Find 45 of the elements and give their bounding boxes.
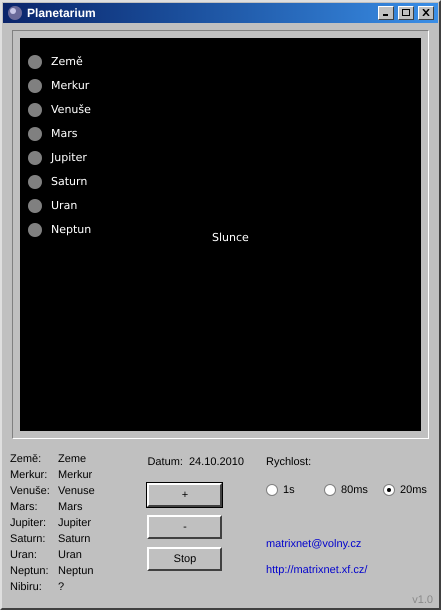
planet-name: Saturn: xyxy=(10,532,46,546)
date-value: 24.10.2010 xyxy=(188,454,244,470)
planet-position: Neptun xyxy=(58,564,94,578)
speed-radio[interactable]: 1s xyxy=(266,482,321,498)
speed-radio[interactable]: 80ms xyxy=(324,482,380,498)
sun-label: Slunce xyxy=(212,230,249,246)
globe-icon xyxy=(7,4,23,21)
planet-label: Neptun xyxy=(51,222,92,238)
planet-label: Mars xyxy=(51,126,78,142)
window-title: Planetarium xyxy=(27,4,97,22)
planet-position: Mars xyxy=(58,500,84,514)
planet-name: Venuše: xyxy=(10,484,51,498)
minimize-button[interactable] xyxy=(378,6,394,20)
planet-name: Uran: xyxy=(10,548,38,562)
planet-label: Venuše xyxy=(51,102,91,118)
speed-label: Rychlost: xyxy=(266,454,312,470)
planet-name: Jupiter: xyxy=(10,516,48,530)
planet-label: Saturn xyxy=(51,174,88,190)
planet-label: Merkur xyxy=(51,78,90,94)
control-button[interactable]: + xyxy=(147,483,222,507)
date-label: Datum: xyxy=(147,454,183,470)
planet-label: Země xyxy=(51,54,83,70)
maximize-icon xyxy=(402,9,410,16)
planet-name: Merkur: xyxy=(10,468,48,482)
planet-name: Neptun: xyxy=(10,564,50,578)
planet-position: Saturn xyxy=(58,532,92,546)
link[interactable]: http://matrixnet.xf.cz/ xyxy=(266,562,439,578)
planet-position: Merkur xyxy=(58,468,94,482)
planet-position: Jupiter xyxy=(58,516,92,530)
control-button[interactable]: Stop xyxy=(147,547,222,571)
speed-radio[interactable]: 20ms xyxy=(383,482,439,498)
planet-label: Uran xyxy=(51,198,78,214)
control-button[interactable]: - xyxy=(147,515,222,539)
planet-position: Uran xyxy=(58,548,83,562)
planet-name: Mars: xyxy=(10,500,38,514)
planet-label: Jupiter xyxy=(51,150,87,166)
close-button[interactable] xyxy=(418,6,434,20)
planet-position: ? xyxy=(58,580,66,594)
planet-position: Zeme xyxy=(58,452,88,466)
planet-name: Země: xyxy=(10,452,42,466)
maximize-button[interactable] xyxy=(398,6,414,20)
link[interactable]: matrixnet@volny.cz xyxy=(266,536,439,552)
planet-position: Venuse xyxy=(58,484,96,498)
close-icon xyxy=(422,9,430,16)
planet-name: Nibiru: xyxy=(10,580,43,594)
